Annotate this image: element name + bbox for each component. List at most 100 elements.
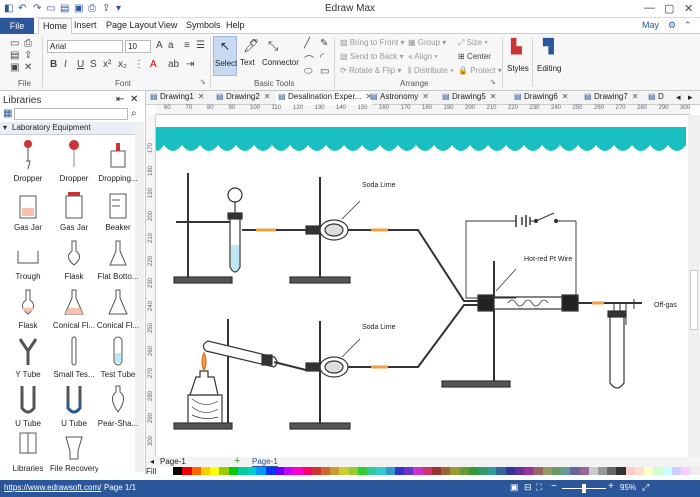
zoom-out-icon[interactable]: −: [551, 481, 557, 492]
library-shape[interactable]: Flask: [54, 235, 94, 281]
center-button[interactable]: ⊞ Center: [458, 52, 491, 61]
document-tab[interactable]: ▤ Drawing6 ✕: [512, 92, 569, 105]
library-search-input[interactable]: [14, 108, 128, 120]
open-file-icon[interactable]: ▤: [10, 50, 19, 61]
color-swatch[interactable]: [634, 467, 645, 475]
connector-tool-icon[interactable]: ⤡: [268, 38, 278, 54]
styles-icon[interactable]: ▙: [511, 38, 522, 55]
export-file-icon[interactable]: ⇪: [24, 50, 32, 61]
zoom-in-icon[interactable]: +: [608, 481, 614, 492]
color-swatch[interactable]: [681, 467, 691, 475]
font-name-select[interactable]: Arial: [47, 40, 123, 53]
library-shape[interactable]: Conical Fl...: [53, 284, 95, 330]
strikethrough-icon[interactable]: S: [90, 59, 97, 70]
size-button[interactable]: ⤢ Size ▾: [458, 38, 488, 48]
color-swatch[interactable]: [625, 467, 635, 475]
ellipse-tool-icon[interactable]: ⬭: [304, 66, 313, 77]
color-swatch[interactable]: [616, 467, 626, 475]
color-swatch[interactable]: [173, 467, 183, 475]
color-swatch[interactable]: [579, 467, 589, 475]
settings-gear-icon[interactable]: ⚙: [668, 20, 676, 31]
line-tool-icon[interactable]: ╱: [304, 38, 310, 49]
menu-page-layout[interactable]: Page Layout: [106, 20, 157, 30]
editing-icon[interactable]: ▜: [543, 38, 554, 55]
color-swatch[interactable]: [662, 467, 672, 475]
subscript-icon[interactable]: x₂: [118, 59, 127, 70]
tab-close-icon[interactable]: ✕: [422, 92, 429, 101]
pen-tool-icon[interactable]: ✎: [320, 38, 328, 49]
library-shape[interactable]: Conical Fl...: [97, 284, 139, 330]
full-screen-icon[interactable]: ⛶: [536, 482, 542, 493]
color-swatch[interactable]: [191, 467, 201, 475]
menu-symbols[interactable]: Symbols: [186, 20, 221, 30]
vertical-scrollbar[interactable]: [688, 115, 700, 457]
color-swatch[interactable]: [164, 467, 174, 475]
color-swatch[interactable]: [505, 467, 515, 475]
drawing-canvas[interactable]: Soda Lime Soda Lime Hot-red Pt Wire Off-…: [156, 115, 686, 457]
distribute-button[interactable]: ⫼ Distribute ▾: [408, 66, 454, 76]
align-button[interactable]: ⫷ Align ▾: [408, 52, 438, 62]
bullets-icon[interactable]: ⋮: [134, 59, 144, 70]
print-file-icon[interactable]: ⎙: [24, 38, 32, 49]
library-shape[interactable]: Small Tes...: [53, 333, 95, 379]
document-tab[interactable]: ▤ Drawing1 ✕: [148, 92, 205, 105]
color-palette[interactable]: [164, 467, 700, 475]
document-tab[interactable]: ▤ Drawing2 ✕: [214, 92, 271, 105]
library-shape[interactable]: Dropper: [54, 137, 94, 183]
font-size-select[interactable]: 10: [125, 40, 151, 53]
color-swatch[interactable]: [422, 467, 432, 475]
font-color-icon[interactable]: A: [150, 59, 157, 70]
grow-font-icon[interactable]: A: [156, 40, 163, 51]
font-dialog-launcher-icon[interactable]: ⬂: [200, 78, 206, 86]
color-swatch[interactable]: [487, 467, 497, 475]
shrink-font-icon[interactable]: a: [168, 40, 174, 51]
color-swatch[interactable]: [376, 467, 386, 475]
color-swatch[interactable]: [247, 467, 257, 475]
color-swatch[interactable]: [570, 467, 580, 475]
zoom-slider-thumb[interactable]: [582, 484, 586, 493]
color-swatch[interactable]: [404, 467, 414, 475]
library-shape[interactable]: Gas Jar: [54, 186, 94, 232]
page-tab-active[interactable]: Page-1: [252, 457, 278, 467]
menu-insert[interactable]: Insert: [74, 20, 97, 30]
library-shape[interactable]: Flat Botto...: [98, 235, 138, 281]
library-shape[interactable]: Y Tube: [8, 333, 48, 379]
color-swatch[interactable]: [265, 467, 275, 475]
arc-tool-icon[interactable]: ◜: [320, 52, 324, 63]
color-swatch[interactable]: [385, 467, 395, 475]
minimize-button[interactable]: —: [644, 2, 655, 14]
library-shape[interactable]: File Recovery: [50, 427, 98, 473]
panel-close-icon[interactable]: ✕: [130, 94, 138, 105]
send-to-back-button[interactable]: ▧ Send to Back ▾: [340, 52, 404, 61]
document-tab[interactable]: ▤ Drawing5 ✕: [440, 92, 497, 105]
library-shape[interactable]: Trough: [8, 235, 48, 281]
color-swatch[interactable]: [551, 467, 562, 475]
group-button[interactable]: ▦ Group ▾: [408, 38, 446, 47]
color-swatch[interactable]: [311, 467, 321, 475]
add-page-icon[interactable]: +: [234, 455, 240, 467]
library-category-header[interactable]: ▾ Laboratory Equipment: [0, 122, 135, 135]
color-swatch[interactable]: [542, 467, 552, 475]
color-swatch[interactable]: [690, 467, 700, 475]
scroll-thumb[interactable]: [690, 270, 698, 330]
color-swatch[interactable]: [182, 467, 192, 475]
fit-window-icon[interactable]: ⤢: [642, 482, 649, 493]
styles-button-label[interactable]: Styles: [507, 64, 529, 73]
library-shape[interactable]: Gas Jar: [8, 186, 48, 232]
search-icon[interactable]: ⌕: [131, 108, 137, 119]
library-shape[interactable]: Libraries: [8, 427, 48, 473]
color-swatch[interactable]: [459, 467, 469, 475]
color-swatch[interactable]: [598, 467, 608, 475]
color-swatch[interactable]: [441, 467, 451, 475]
bring-to-front-button[interactable]: ▨ Bring to Front ▾: [340, 38, 405, 47]
tab-close-icon[interactable]: ✕: [632, 92, 639, 101]
library-menu-icon[interactable]: ▦: [3, 108, 12, 119]
website-link[interactable]: https://www.edrawsoft.com/: [4, 483, 101, 492]
arrange-dialog-launcher-icon[interactable]: ⬂: [490, 78, 496, 86]
menu-view[interactable]: View: [158, 20, 177, 30]
color-swatch[interactable]: [302, 467, 312, 475]
editing-button-label[interactable]: Editing: [537, 64, 561, 73]
color-swatch[interactable]: [533, 467, 543, 475]
color-swatch[interactable]: [357, 467, 368, 475]
connector-tool-label[interactable]: Connector: [262, 58, 299, 67]
